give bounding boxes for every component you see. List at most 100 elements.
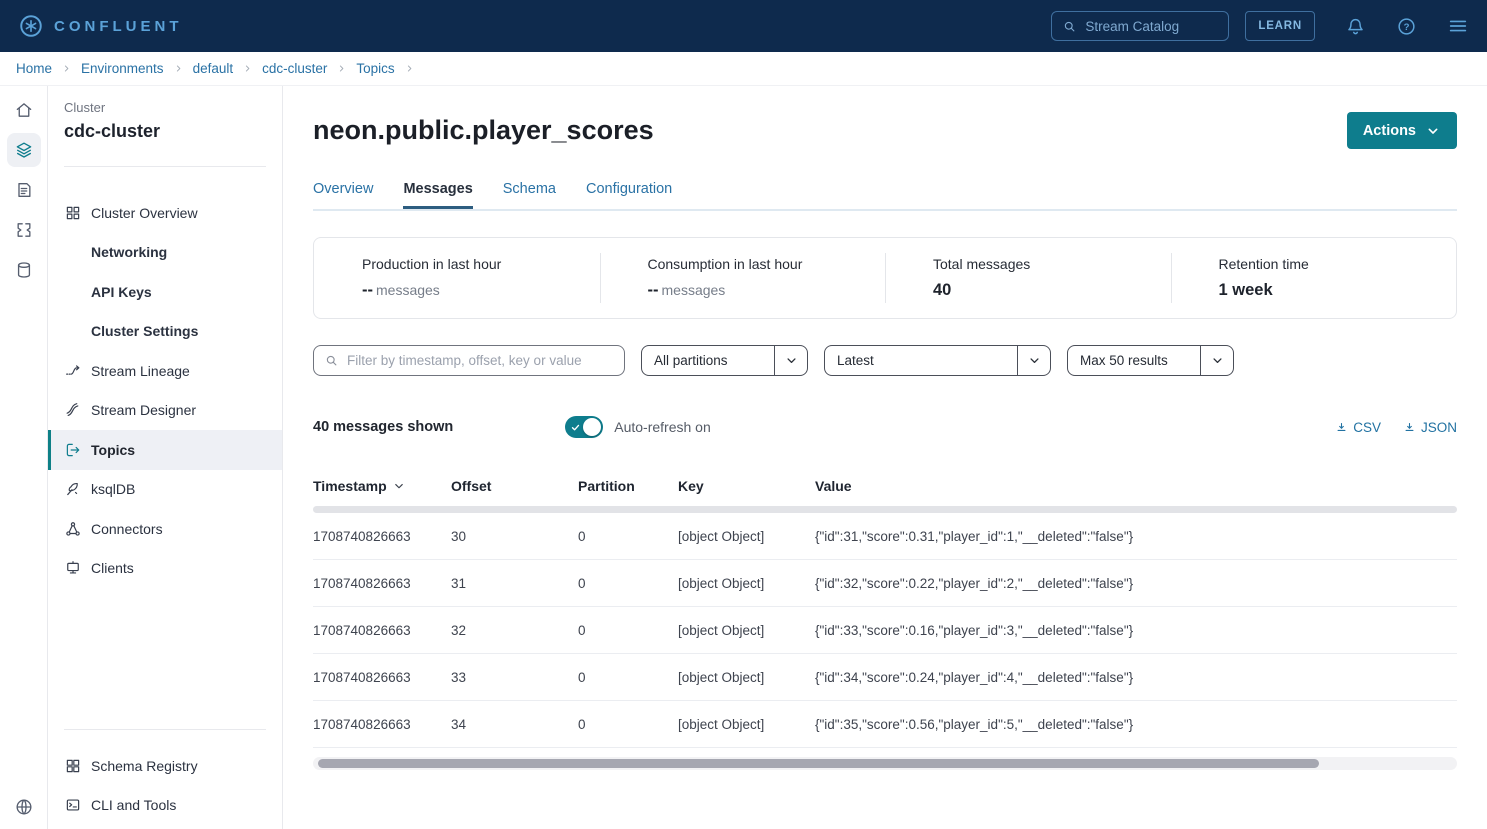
topbar: CONFLUENT LEARN ?: [0, 0, 1487, 52]
sidebar-item-stream-designer[interactable]: Stream Designer: [48, 391, 282, 431]
download-json-link[interactable]: JSON: [1403, 420, 1457, 435]
breadcrumb-topics[interactable]: Topics: [356, 61, 394, 76]
menu-icon[interactable]: [1447, 15, 1469, 37]
sidebar-item-label: Stream Lineage: [91, 363, 190, 379]
table-header-scrollbar[interactable]: [313, 506, 1457, 513]
flow-icon: [7, 213, 41, 247]
sidebar-item-cluster-overview[interactable]: Cluster Overview: [48, 193, 282, 233]
tab-overview[interactable]: Overview: [313, 181, 373, 209]
sidebar-item-cluster-settings[interactable]: Cluster Settings: [48, 312, 282, 352]
sidebar-item-cli-and-tools[interactable]: CLI and Tools: [48, 786, 282, 826]
sidebar-item-label: ksqlDB: [91, 481, 135, 497]
cell-value: {"id":35,"score":0.56,"player_id":5,"__d…: [815, 717, 1457, 732]
message-row[interactable]: 1708740826663340[object Object]{"id":35,…: [313, 701, 1457, 748]
cell-value: {"id":34,"score":0.24,"player_id":4,"__d…: [815, 670, 1457, 685]
sidebar-item-label: Schema Registry: [91, 758, 198, 774]
rail-item-document[interactable]: [0, 170, 48, 210]
sidebar-item-schema-registry[interactable]: Schema Registry: [48, 746, 282, 786]
sidebar-item-label: Cluster Overview: [91, 205, 198, 221]
stat-value: 40: [933, 281, 951, 299]
database-icon: [7, 253, 41, 287]
horizontal-scrollbar-track[interactable]: [313, 757, 1457, 770]
svg-text:?: ?: [1404, 21, 1410, 32]
stat-label: Retention time: [1219, 256, 1457, 272]
terminal-icon: [64, 796, 82, 814]
rail-item-database[interactable]: [0, 250, 48, 290]
breadcrumb-home[interactable]: Home: [16, 61, 52, 76]
message-row[interactable]: 1708740826663300[object Object]{"id":31,…: [313, 513, 1457, 560]
sidebar-item-networking[interactable]: Networking: [48, 233, 282, 273]
cell-key: [object Object]: [678, 576, 815, 591]
rail-item-flow[interactable]: [0, 210, 48, 250]
sidebar-item-connectors[interactable]: Connectors: [48, 509, 282, 549]
rail-item-home[interactable]: [0, 90, 48, 130]
learn-button[interactable]: LEARN: [1245, 11, 1315, 41]
breadcrumb-default[interactable]: default: [193, 61, 234, 76]
cell-partition: 0: [578, 576, 678, 591]
tab-configuration[interactable]: Configuration: [586, 181, 672, 209]
confluent-brand[interactable]: CONFLUENT: [18, 13, 183, 39]
sidebar-item-topics[interactable]: Topics: [48, 430, 282, 470]
cell-partition: 0: [578, 670, 678, 685]
cell-key: [object Object]: [678, 717, 815, 732]
actions-button[interactable]: Actions: [1347, 112, 1457, 149]
sidebar-item-stream-lineage[interactable]: Stream Lineage: [48, 351, 282, 391]
breadcrumb: Home Environments default cdc-cluster Topics: [0, 52, 1487, 86]
topics-icon: [64, 441, 82, 459]
tab-schema[interactable]: Schema: [503, 181, 556, 209]
partition-select[interactable]: All partitions: [641, 345, 808, 376]
sidebar: Cluster cdc-cluster Cluster Overview Netw…: [48, 86, 283, 829]
cell-timestamp: 1708740826663: [313, 717, 451, 732]
cell-timestamp: 1708740826663: [313, 529, 451, 544]
message-row[interactable]: 1708740826663320[object Object]{"id":33,…: [313, 607, 1457, 654]
column-label: Key: [678, 478, 704, 494]
stat-value: --: [362, 281, 373, 299]
message-row[interactable]: 1708740826663310[object Object]{"id":32,…: [313, 560, 1457, 607]
topic-stats-card: Production in last hour--messagesConsump…: [313, 237, 1457, 319]
cell-value: {"id":33,"score":0.16,"player_id":3,"__d…: [815, 623, 1457, 638]
horizontal-scrollbar-thumb[interactable]: [318, 759, 1319, 768]
sidebar-item-label: CLI and Tools: [91, 797, 176, 813]
cell-offset: 31: [451, 576, 578, 591]
sidebar-item-label: Topics: [91, 442, 135, 458]
sidebar-item-ksqldb[interactable]: ksqlDB: [48, 470, 282, 510]
cluster-label: Cluster: [48, 100, 282, 115]
rail-item-layers[interactable]: [0, 130, 48, 170]
breadcrumb-cdc-cluster[interactable]: cdc-cluster: [262, 61, 327, 76]
limit-select-value: Max 50 results: [1068, 353, 1200, 368]
auto-refresh-toggle[interactable]: [565, 416, 603, 438]
breadcrumb-environments[interactable]: Environments: [81, 61, 164, 76]
actions-button-label: Actions: [1363, 123, 1416, 139]
download-csv-link[interactable]: CSV: [1335, 420, 1381, 435]
stream-catalog-input[interactable]: [1085, 19, 1205, 34]
bell-icon[interactable]: [1345, 16, 1366, 37]
order-select[interactable]: Latest: [824, 345, 1051, 376]
column-label: Offset: [451, 478, 491, 494]
stat-value: 1 week: [1219, 281, 1273, 299]
message-filter-search[interactable]: [313, 345, 625, 376]
ksql-icon: [64, 480, 82, 498]
help-icon[interactable]: ?: [1396, 16, 1417, 37]
tab-messages[interactable]: Messages: [403, 181, 472, 209]
stream-catalog-search[interactable]: [1051, 11, 1229, 41]
divider: [64, 729, 266, 730]
rail-item-globe[interactable]: [0, 787, 48, 827]
column-header-timestamp[interactable]: Timestamp: [313, 478, 451, 494]
column-header-value: Value: [815, 478, 1457, 494]
cluster-name: cdc-cluster: [48, 121, 282, 142]
message-filters: All partitions Latest Max 50 results: [313, 345, 1457, 376]
chevron-down-icon: [1200, 346, 1233, 375]
cell-key: [object Object]: [678, 670, 815, 685]
sidebar-item-clients[interactable]: Clients: [48, 549, 282, 589]
message-filter-input[interactable]: [347, 353, 597, 368]
search-icon: [1062, 19, 1077, 34]
sidebar-item-label: Cluster Settings: [91, 323, 198, 339]
sidebar-item-api-keys[interactable]: API Keys: [48, 272, 282, 312]
confluent-app: CONFLUENT LEARN ? Home Environments defaul…: [0, 0, 1487, 829]
cell-timestamp: 1708740826663: [313, 576, 451, 591]
limit-select[interactable]: Max 50 results: [1067, 345, 1234, 376]
message-row[interactable]: 1708740826663330[object Object]{"id":34,…: [313, 654, 1457, 701]
sidebar-item-label: Clients: [91, 560, 134, 576]
table-header-row: TimestampOffsetPartitionKeyValue: [313, 466, 1457, 506]
stat-label: Total messages: [933, 256, 1171, 272]
